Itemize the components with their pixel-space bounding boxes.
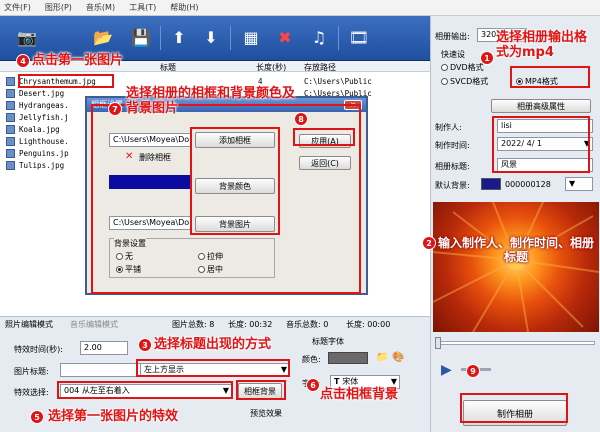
highlight-effect-select <box>57 381 233 399</box>
album-title-label: 相册标题: <box>435 162 470 171</box>
step-badge-1: 1 <box>480 51 494 65</box>
image-file-icon <box>6 101 15 110</box>
menu-file[interactable]: 文件(F) <box>4 2 31 13</box>
move-up-icon[interactable]: ⬆ <box>166 24 192 50</box>
menu-graphics[interactable]: 图形(P) <box>45 2 72 13</box>
file-length: 4 <box>258 77 263 86</box>
status-music-total: 音乐总数: 0 <box>286 320 329 329</box>
folder-icon[interactable]: 📁 <box>376 352 388 363</box>
header-length: 长度(秒) <box>256 63 287 72</box>
image-file-icon <box>6 149 15 158</box>
step-badge-8: 8 <box>294 112 308 126</box>
preview-image <box>433 202 599 332</box>
author-label: 制作人: <box>435 123 462 132</box>
folder-open-icon[interactable]: 📂 <box>90 24 116 50</box>
effect-select-label: 特效选择: <box>14 388 49 397</box>
radio-dvd[interactable]: DVD格式 <box>441 62 484 73</box>
step-badge-4: 4 <box>16 54 30 68</box>
image-file-icon <box>6 77 15 86</box>
default-bg-value: 000000128 <box>505 180 551 189</box>
highlight-make-album <box>460 393 568 423</box>
step-badge-2: 2 <box>422 236 436 250</box>
annotation-2: 输入制作人、制作时间、相册标题 <box>437 236 594 264</box>
status-length: 长度: 00:32 <box>228 320 273 329</box>
tab-bar: 照片编辑模式 音乐编辑模式 图片总数: 8 长度: 00:32 音乐总数: 0 … <box>0 316 430 330</box>
step-badge-7: 7 <box>108 102 122 116</box>
annotation-5: 选择第一张图片的特效 <box>48 409 179 424</box>
highlight-frame-bg-button <box>236 380 286 400</box>
image-file-icon <box>6 113 15 122</box>
play-icon[interactable]: ▶ <box>441 362 452 378</box>
file-name: Tulips.jpg <box>19 161 65 170</box>
annotation-7: 选择相册的相框和背景颜色及背景图片 <box>126 86 296 116</box>
highlight-first-file <box>18 74 114 88</box>
highlight-apply <box>293 128 355 146</box>
annotation-6: 点击相框背景 <box>320 387 399 402</box>
title-color-swatch[interactable] <box>328 352 368 364</box>
title-font-label: 标题字体 <box>312 337 344 346</box>
file-name: Koala.jpg <box>19 125 60 134</box>
status-photo-total: 图片总数: 8 <box>172 320 215 329</box>
chevron-down-icon: ▼ <box>569 179 576 188</box>
file-name: Lighthouse. <box>19 137 69 146</box>
tab-photo-edit[interactable]: 照片编辑模式 <box>5 319 53 330</box>
step-badge-5: 5 <box>30 410 44 424</box>
preview-effect-label[interactable]: 预览效果 <box>250 408 282 419</box>
default-bg-dropdown[interactable]: ▼ <box>565 177 593 191</box>
default-bg-swatch[interactable] <box>481 178 501 190</box>
image-file-icon <box>6 125 15 134</box>
highlight-title-select <box>136 359 290 377</box>
file-name: Hydrangeas. <box>19 101 69 110</box>
date-label: 制作时间: <box>435 141 470 150</box>
menu-music[interactable]: 音乐(M) <box>86 2 115 13</box>
step-badge-6: 6 <box>306 378 320 392</box>
tab-music-edit[interactable]: 音乐编辑模式 <box>70 319 118 330</box>
filmstrip-icon[interactable]: 🎞 <box>346 24 372 50</box>
photo-title-label: 图片标题: <box>14 367 49 376</box>
save-icon[interactable]: 💾 <box>128 24 154 50</box>
annotation-3: 选择标题出现的方式 <box>154 337 272 352</box>
radio-mp4[interactable]: MP4格式 <box>516 76 558 87</box>
menu-help[interactable]: 帮助(H) <box>170 2 198 13</box>
file-path: C:\Users\Public <box>304 77 372 86</box>
chrysanthemum-image <box>433 202 599 332</box>
palette-icon[interactable]: 🎨 <box>392 352 404 363</box>
default-bg-label: 默认背景: <box>435 181 470 190</box>
progress-track[interactable] <box>437 341 595 345</box>
highlight-author-fields <box>492 116 590 173</box>
move-down-icon[interactable]: ⬇ <box>198 24 224 50</box>
color-label: 颜色: <box>302 355 321 364</box>
image-file-icon <box>6 89 15 98</box>
delete-icon[interactable]: ✖ <box>272 24 298 50</box>
radio-svcd[interactable]: SVCD格式 <box>441 76 488 87</box>
music-icon[interactable]: ♫ <box>306 24 332 50</box>
step-badge-3: 3 <box>138 338 152 352</box>
quick-settings-label: 快速设 <box>441 50 465 59</box>
image-file-icon <box>6 137 15 146</box>
menu-tools[interactable]: 工具(T) <box>129 2 156 13</box>
effect-time-input[interactable]: 2.00 <box>80 341 128 355</box>
image-file-icon <box>6 161 15 170</box>
camera-icon[interactable]: 📷 <box>14 24 40 50</box>
annotation-4: 点击第一张图片 <box>32 53 124 68</box>
annotation-1: 选择相册输出格式为mp4 <box>496 30 588 60</box>
header-path: 存放路径 <box>304 63 336 72</box>
file-name: Desert.jpg <box>19 89 65 98</box>
status-length2: 长度: 00:00 <box>346 320 391 329</box>
file-name: Jellyfish.j <box>19 113 69 122</box>
step-badge-9: 9 <box>466 364 480 378</box>
header-title: 标题 <box>160 63 176 72</box>
highlight-dialog-buttons <box>190 127 280 235</box>
output-label: 相册输出: <box>435 32 470 41</box>
file-name: Penguins.jp <box>19 149 69 158</box>
effect-time-label: 特效时间(秒): <box>14 345 63 354</box>
menu-bar: 文件(F) 图形(P) 音乐(M) 工具(T) 帮助(H) <box>0 0 600 16</box>
add-image-icon[interactable]: ▦ <box>238 24 264 50</box>
advanced-properties-button[interactable]: 相册高级属性 <box>491 99 591 113</box>
progress-handle[interactable] <box>435 337 441 349</box>
